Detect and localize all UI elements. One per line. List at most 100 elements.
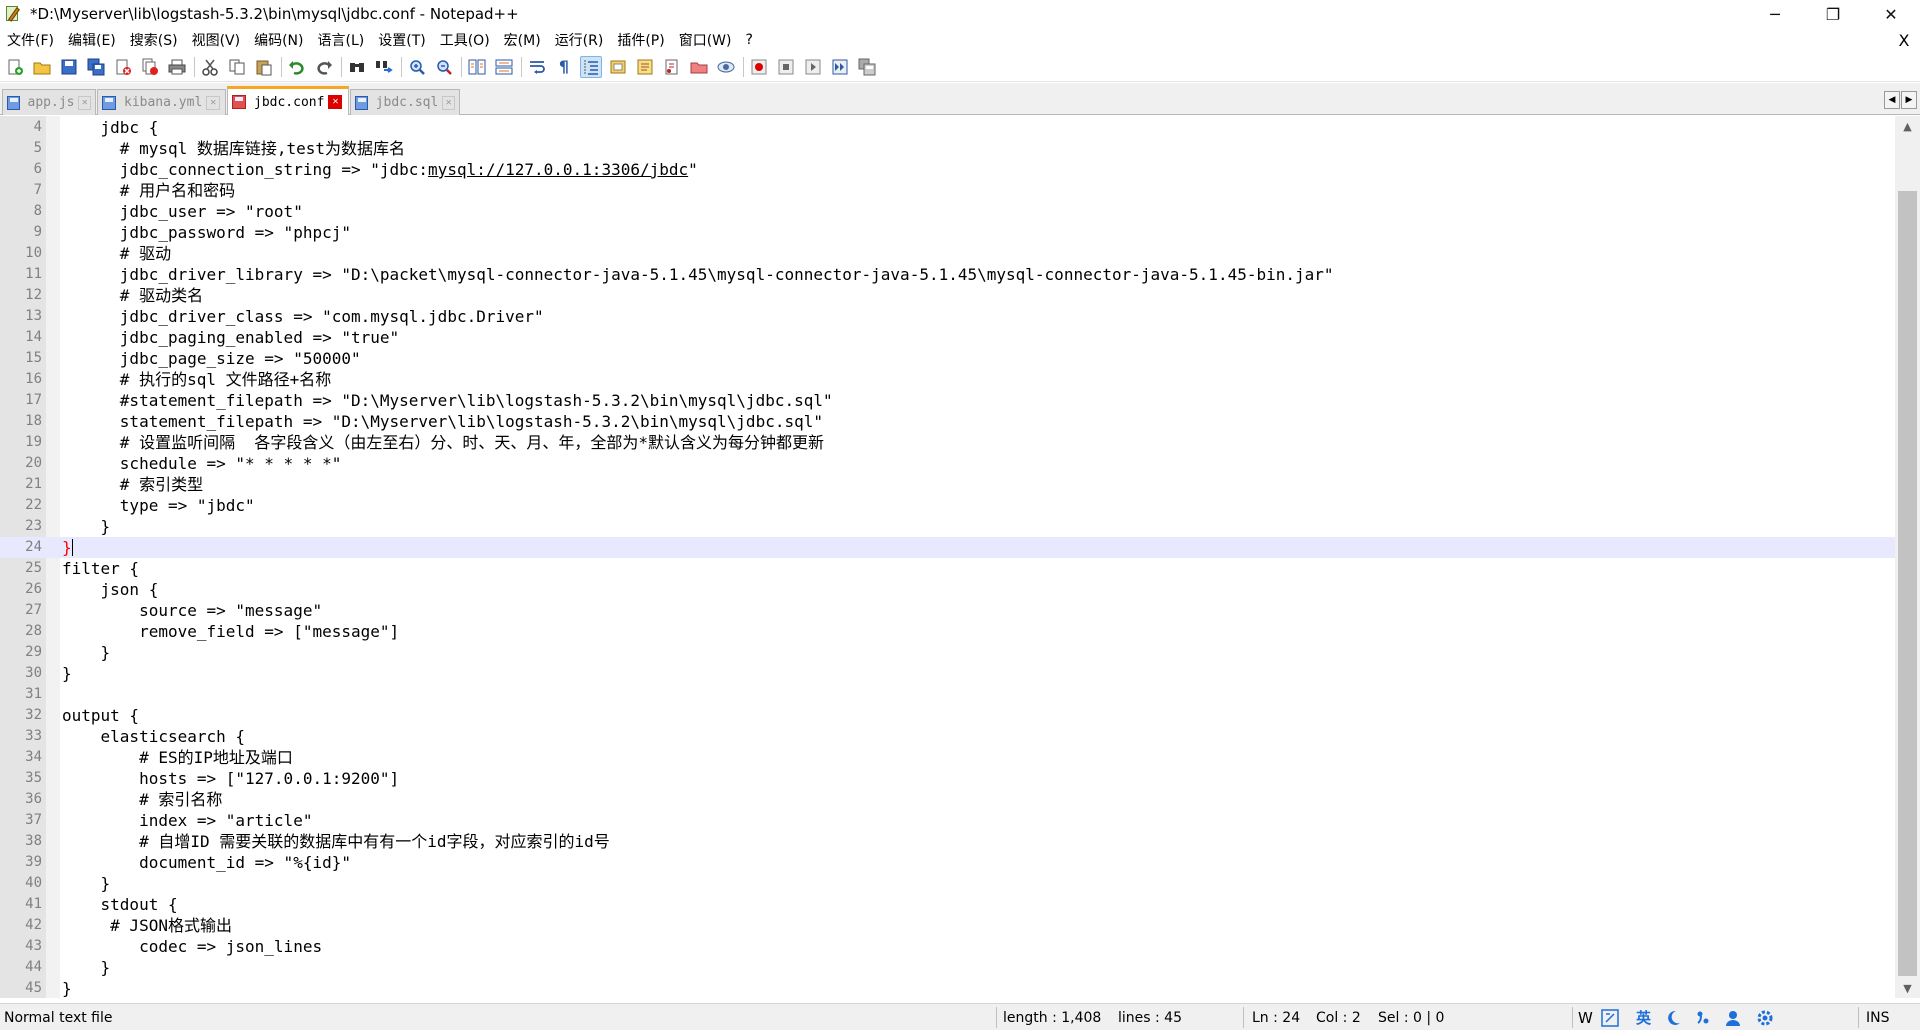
code-line-text[interactable]: jdbc_paging_enabled => "true": [62, 327, 399, 348]
tab-jbdc-sql[interactable]: jbdc.sql ✕: [350, 89, 460, 115]
menu-language[interactable]: 语言(L): [311, 30, 372, 50]
code-line[interactable]: 25 filter {: [0, 558, 1895, 579]
tab-close-icon[interactable]: ✕: [206, 95, 221, 110]
code-line-text[interactable]: }: [62, 663, 72, 684]
ime-w-label[interactable]: W: [1578, 1007, 1593, 1028]
code-line[interactable]: 6 jdbc_connection_string => "jdbc:mysql:…: [0, 159, 1895, 180]
ime-punctuation-icon[interactable]: [1696, 1007, 1710, 1028]
find-icon[interactable]: [346, 56, 368, 78]
code-line[interactable]: 20 schedule => "* * * * *": [0, 453, 1895, 474]
code-line-text[interactable]: jdbc_page_size => "50000": [62, 348, 361, 369]
record-macro-icon[interactable]: [748, 56, 770, 78]
sync-vertical-icon[interactable]: [466, 56, 488, 78]
code-line-text[interactable]: #statement_filepath => "D:\Myserver\lib\…: [62, 390, 833, 411]
tab-scroll-left-button[interactable]: ◀: [1884, 91, 1900, 109]
word-wrap-icon[interactable]: [526, 56, 548, 78]
code-line-text[interactable]: # 用户名和密码: [62, 180, 235, 201]
show-all-chars-icon[interactable]: ¶: [553, 56, 575, 78]
code-line-text[interactable]: # 驱动: [62, 243, 171, 264]
paste-icon[interactable]: [253, 56, 275, 78]
menu-file[interactable]: 文件(F): [0, 30, 61, 50]
code-line-text[interactable]: # JSON格式输出: [62, 915, 232, 936]
tab-close-icon[interactable]: ✕: [328, 95, 343, 109]
code-line[interactable]: 32 output {: [0, 705, 1895, 726]
tab-jbdc-conf[interactable]: jbdc.conf ✕: [227, 86, 349, 115]
code-line[interactable]: 40 }: [0, 873, 1895, 894]
code-line[interactable]: 24}: [0, 537, 1895, 558]
scrollbar-thumb[interactable]: [1898, 191, 1917, 976]
sync-horizontal-icon[interactable]: [493, 56, 515, 78]
code-line-text[interactable]: }: [62, 642, 111, 663]
monitor-icon[interactable]: [715, 56, 737, 78]
close-icon[interactable]: [112, 56, 134, 78]
code-line[interactable]: 8 jdbc_user => "root": [0, 201, 1895, 222]
code-line-text[interactable]: type => "jbdc": [62, 495, 255, 516]
code-line-text[interactable]: }: [62, 957, 111, 978]
code-line-text[interactable]: # mysql 数据库链接,test为数据库名: [62, 138, 405, 159]
code-line[interactable]: 42 # JSON格式输出: [0, 915, 1895, 936]
code-line[interactable]: 44 }: [0, 957, 1895, 978]
code-line[interactable]: 10 # 驱动: [0, 243, 1895, 264]
code-line[interactable]: 27 source => "message": [0, 600, 1895, 621]
code-line-text[interactable]: stdout {: [62, 894, 178, 915]
code-line-text[interactable]: remove_field => ["message"]: [62, 621, 399, 642]
code-line-text[interactable]: index => "article": [62, 810, 312, 831]
close-all-icon[interactable]: [139, 56, 161, 78]
code-line-text[interactable]: }: [62, 978, 72, 998]
run-macro-multiple-icon[interactable]: [829, 56, 851, 78]
minimize-button[interactable]: ─: [1746, 0, 1804, 28]
code-line[interactable]: 19 # 设置监听间隔 各字段含义（由左至右）分、时、天、月、年，全部为*默认含…: [0, 432, 1895, 453]
code-line[interactable]: 28 remove_field => ["message"]: [0, 621, 1895, 642]
code-line[interactable]: 29 }: [0, 642, 1895, 663]
menu-window[interactable]: 窗口(W): [672, 30, 739, 50]
menu-search[interactable]: 搜索(S): [123, 30, 185, 50]
play-macro-icon[interactable]: [802, 56, 824, 78]
code-line-text[interactable]: # 执行的sql 文件路径+名称: [62, 369, 331, 390]
indent-guide-icon[interactable]: [580, 55, 602, 78]
ime-settings-gear-icon[interactable]: [1756, 1007, 1774, 1028]
code-line[interactable]: 4 jdbc {: [0, 117, 1895, 138]
menu-tools[interactable]: 工具(O): [433, 30, 497, 50]
scroll-up-icon[interactable]: ▲: [1895, 116, 1920, 136]
code-line-text[interactable]: # 自增ID 需要关联的数据库中有有一个id字段，对应索引的id号: [62, 831, 610, 852]
code-line[interactable]: 18 statement_filepath => "D:\Myserver\li…: [0, 411, 1895, 432]
code-line[interactable]: 26 json {: [0, 579, 1895, 600]
save-all-icon[interactable]: [85, 56, 107, 78]
open-file-icon[interactable]: [31, 56, 53, 78]
save-icon[interactable]: [58, 56, 80, 78]
scroll-down-icon[interactable]: ▼: [1895, 978, 1920, 998]
tab-kibana-yml[interactable]: kibana.yml ✕: [97, 89, 226, 115]
menu-edit[interactable]: 编辑(E): [61, 30, 123, 50]
close-document-button[interactable]: X: [1894, 28, 1914, 52]
code-line[interactable]: 23 }: [0, 516, 1895, 537]
code-line-text[interactable]: document_id => "%{id}": [62, 852, 351, 873]
code-line-text[interactable]: jdbc_user => "root": [62, 201, 303, 222]
menu-settings[interactable]: 设置(T): [371, 30, 432, 50]
status-insert-mode[interactable]: INS: [1866, 1004, 1890, 1030]
code-line[interactable]: 12 # 驱动类名: [0, 285, 1895, 306]
code-line[interactable]: 5 # mysql 数据库链接,test为数据库名: [0, 138, 1895, 159]
stop-macro-icon[interactable]: [775, 56, 797, 78]
menu-encoding[interactable]: 编码(N): [247, 30, 310, 50]
code-line[interactable]: 11 jdbc_driver_library => "D:\packet\mys…: [0, 264, 1895, 285]
undo-icon[interactable]: [286, 56, 308, 78]
code-line-text[interactable]: # 索引类型: [62, 474, 203, 495]
code-line-text[interactable]: }: [62, 873, 111, 894]
code-line[interactable]: 41 stdout {: [0, 894, 1895, 915]
function-list-icon[interactable]: [634, 56, 656, 78]
code-line[interactable]: 37 index => "article": [0, 810, 1895, 831]
folder-icon[interactable]: [688, 56, 710, 78]
code-line-text[interactable]: jdbc {: [62, 117, 159, 138]
folder-workspace-icon[interactable]: [661, 56, 683, 78]
ime-half-width-icon[interactable]: [1664, 1007, 1682, 1028]
ime-language-toggle[interactable]: 英: [1636, 1007, 1651, 1028]
code-line-text[interactable]: source => "message": [62, 600, 322, 621]
code-line-text[interactable]: codec => json_lines: [62, 936, 322, 957]
code-line-text[interactable]: filter {: [62, 558, 139, 579]
code-line[interactable]: 34 # ES的IP地址及端口: [0, 747, 1895, 768]
code-url-link[interactable]: mysql://127.0.0.1:3306/jbdc: [428, 160, 688, 179]
code-line[interactable]: 31: [0, 684, 1895, 705]
code-line-text[interactable]: jdbc_driver_class => "com.mysql.jdbc.Dri…: [62, 306, 544, 327]
code-line[interactable]: 36 # 索引名称: [0, 789, 1895, 810]
code-line[interactable]: 45}: [0, 978, 1895, 998]
